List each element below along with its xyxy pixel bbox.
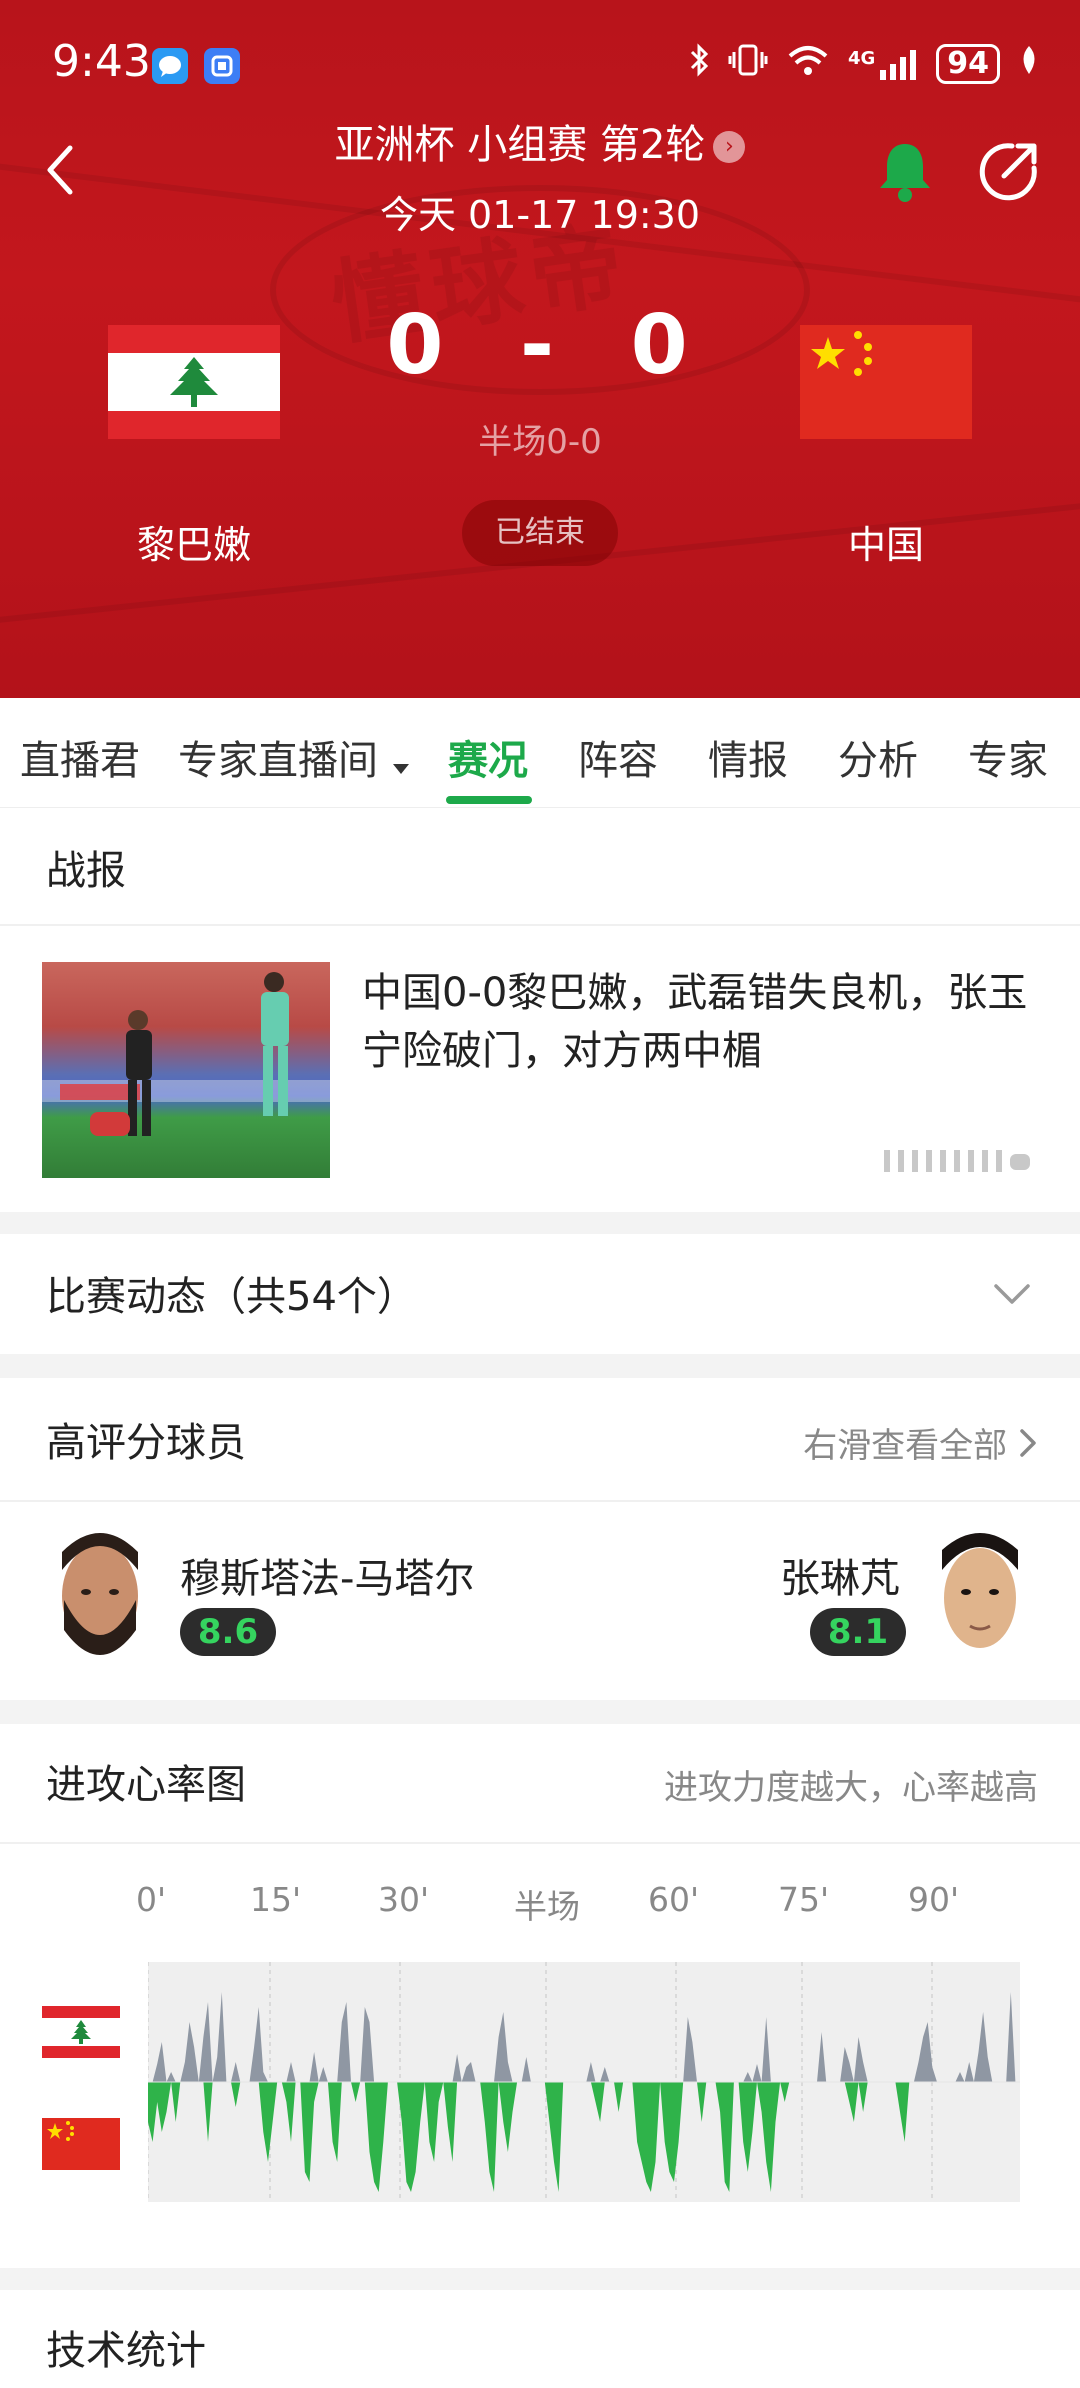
league-name: 亚洲杯 小组赛 第2轮: [334, 122, 706, 168]
news-headline[interactable]: 中国0-0黎巴嫩，武磊错失良机，张玉宁险破门，对方两中楣: [362, 964, 1052, 1080]
home-team-name[interactable]: 黎巴嫩: [64, 514, 324, 569]
news-section-title: 战报: [46, 848, 126, 894]
home-player-name[interactable]: 穆斯塔法-马塔尔: [180, 1546, 474, 1604]
away-player-avatar[interactable]: [934, 1530, 1026, 1666]
status-time: 9:43: [52, 36, 151, 87]
caret-down-icon: [391, 740, 411, 786]
tab-expert-room[interactable]: 专家直播间: [178, 728, 411, 786]
tab-live-host[interactable]: 直播君: [20, 728, 140, 786]
top-players-title: 高评分球员: [46, 1420, 246, 1466]
bell-icon: [880, 144, 930, 202]
share-button[interactable]: [978, 140, 1040, 202]
source-logo: [884, 1146, 1034, 1176]
away-score: 0: [630, 298, 694, 393]
time-tick: 60': [648, 1880, 700, 1919]
home-flag-legend: [42, 2006, 120, 2058]
tab-expert-room-label: 专家直播间: [178, 738, 378, 784]
time-tick: 75': [778, 1880, 830, 1919]
divider: [0, 1842, 1080, 1844]
leaf-icon: [1018, 44, 1040, 84]
section-gap: [0, 1700, 1080, 1724]
status-bar: 9:43 4G 94: [0, 30, 1080, 100]
chevron-right-icon: ›: [713, 131, 746, 163]
vibrate-icon: [728, 42, 768, 86]
divider: [0, 924, 1080, 926]
share-icon: [979, 143, 1037, 201]
tab-bar: 直播君 专家直播间 赛况 阵容 情报 分析 专家: [0, 698, 1080, 808]
away-flag-legend: [42, 2118, 120, 2170]
heart-rate-title: 进攻心率图: [46, 1762, 246, 1808]
time-tick: 90': [908, 1880, 960, 1919]
match-status-badge: 已结束: [462, 500, 618, 566]
tab-experts[interactable]: 专家: [968, 728, 1048, 786]
battery-indicator: 94: [936, 44, 1000, 84]
home-player-avatar[interactable]: [54, 1530, 146, 1666]
time-tick: 30': [378, 1880, 430, 1919]
tab-intel[interactable]: 情报: [708, 728, 788, 786]
home-score: 0: [386, 298, 450, 393]
match-header: 懂球帝 9:43 4G 94 亚洲杯 小组赛 第2轮 › 今天 01-17 19…: [0, 0, 1080, 698]
match-events-title[interactable]: 比赛动态（共54个）: [46, 1264, 417, 1322]
shield-app-icon: [204, 48, 240, 84]
tab-match-status[interactable]: 赛况: [448, 728, 528, 786]
view-all-label: 右滑查看全部: [803, 1426, 1008, 1466]
view-all-link[interactable]: 右滑查看全部: [803, 1418, 1038, 1468]
chevron-right-icon: [1018, 1427, 1038, 1468]
away-team-name[interactable]: 中国: [756, 514, 1016, 569]
player-photo: [934, 1530, 1026, 1666]
bluetooth-icon: [688, 42, 710, 86]
section-gap: [0, 2268, 1080, 2290]
heart-rate-subtitle: 进攻力度越大，心率越高: [664, 1768, 1038, 1808]
active-tab-indicator: [446, 796, 532, 804]
home-player-rating: 8.6: [180, 1608, 276, 1656]
section-gap: [0, 1212, 1080, 1234]
status-icons: 4G 94: [688, 42, 1040, 86]
scoreline: 0 - 0: [0, 298, 1080, 393]
bell-button[interactable]: [874, 138, 936, 206]
time-tick: 半场: [514, 1887, 580, 1926]
message-app-icon: [152, 48, 188, 84]
time-tick: 15': [250, 1880, 302, 1919]
player-photo: [54, 1530, 146, 1666]
away-player-name[interactable]: 张琳芃: [780, 1546, 900, 1604]
section-gap: [0, 1354, 1080, 1378]
divider: [0, 1500, 1080, 1502]
network-type: 4G: [847, 48, 876, 69]
news-thumbnail[interactable]: [42, 962, 330, 1178]
attack-heart-rate-chart: [148, 1962, 1020, 2202]
wifi-icon: [786, 42, 830, 86]
score-separator: -: [519, 298, 561, 393]
time-tick: 0': [136, 1880, 167, 1919]
halftime-score: 半场0-0: [478, 422, 602, 462]
away-player-rating: 8.1: [810, 1608, 906, 1656]
chevron-down-icon[interactable]: [992, 1276, 1030, 1312]
match-photo: [42, 972, 330, 1136]
tab-lineup[interactable]: 阵容: [578, 728, 658, 786]
tech-stats-title: 技术统计: [46, 2328, 206, 2374]
signal-icon: 4G: [848, 48, 918, 80]
tab-analysis[interactable]: 分析: [838, 728, 918, 786]
